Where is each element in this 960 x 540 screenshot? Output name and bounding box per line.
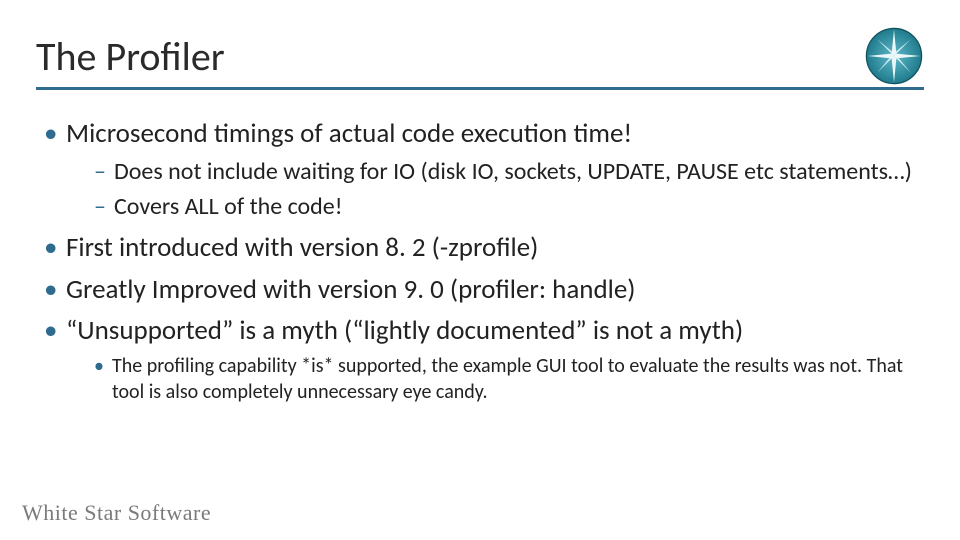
slide: The Profiler Microsecond timings of actu…: [0, 0, 960, 540]
bullet-text: “Unsupported” is a myth (“lightly docume…: [66, 314, 743, 347]
list-item: Covers ALL of the code!: [94, 191, 924, 222]
bullet-text: Covers ALL of the code!: [114, 192, 343, 221]
bullet-text: The profiling capability *is* supported,…: [112, 354, 903, 404]
list-item: Microsecond timings of actual code execu…: [44, 116, 924, 222]
bullet-text: Does not include waiting for IO (disk IO…: [114, 157, 912, 186]
slide-title: The Profiler: [36, 32, 924, 81]
bullet-text: Microsecond timings of actual code execu…: [66, 117, 632, 150]
list-item: Greatly Improved with version 9. 0 (prof…: [44, 272, 924, 308]
bullet-list: Microsecond timings of actual code execu…: [36, 116, 924, 405]
list-item: “Unsupported” is a myth (“lightly docume…: [44, 313, 924, 405]
bullet-text: Greatly Improved with version 9. 0 (prof…: [66, 273, 635, 306]
compass-star-logo-icon: [864, 26, 924, 86]
title-divider: [36, 87, 924, 90]
bullet-text: First introduced with version 8. 2 (-zpr…: [66, 231, 538, 264]
sub-list: Does not include waiting for IO (disk IO…: [66, 156, 924, 222]
subsub-list: The profiling capability *is* supported,…: [66, 353, 924, 405]
list-item: First introduced with version 8. 2 (-zpr…: [44, 230, 924, 266]
footer-brand: White Star Software: [22, 500, 211, 526]
list-item: Does not include waiting for IO (disk IO…: [94, 156, 924, 187]
list-item: The profiling capability *is* supported,…: [94, 353, 924, 405]
